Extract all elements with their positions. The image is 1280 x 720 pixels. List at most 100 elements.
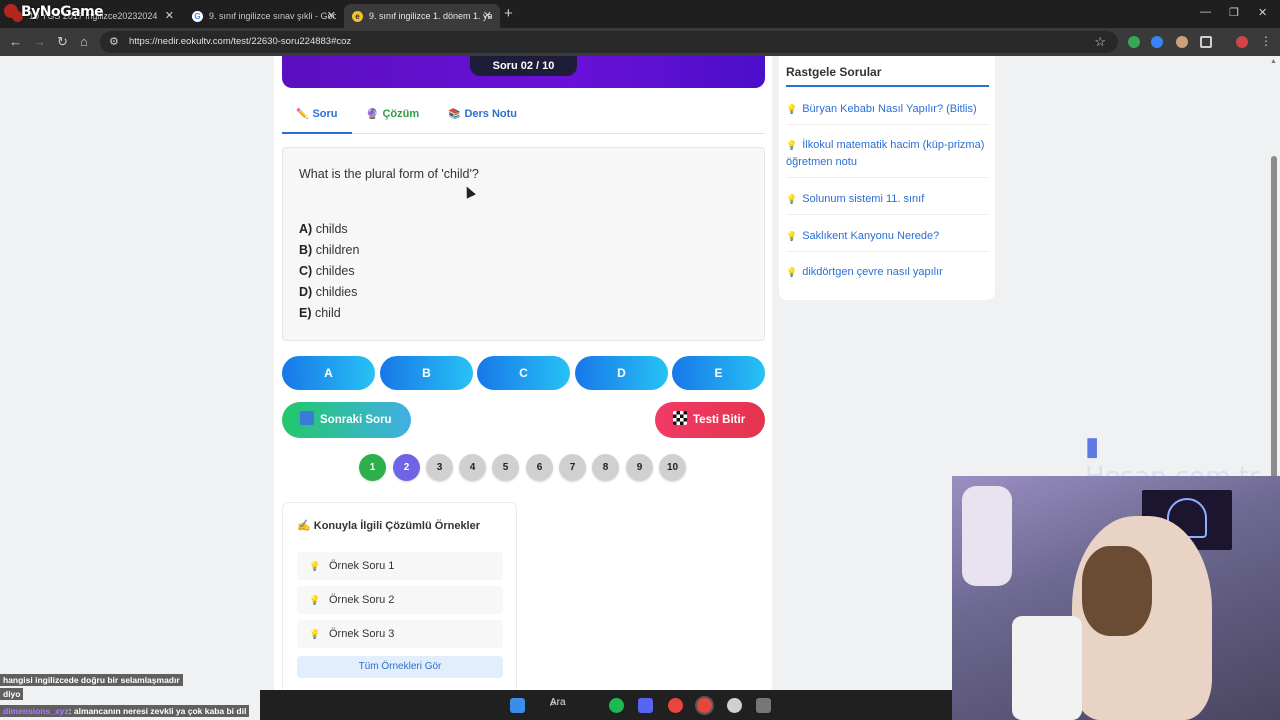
close-tab-icon[interactable]: ✕ <box>165 9 174 22</box>
page-number-2[interactable]: 2 <box>393 454 420 481</box>
profile-avatar[interactable] <box>1236 36 1248 48</box>
page-number-6[interactable]: 6 <box>526 454 553 481</box>
answer-button-c[interactable]: C <box>477 356 570 390</box>
close-tab-icon[interactable]: ✕ <box>327 9 336 22</box>
random-question-link[interactable]: 💡 Saklıkent Kanyonu Nerede? <box>786 228 989 252</box>
page-number-10[interactable]: 10 <box>659 454 686 481</box>
finish-test-button[interactable]: Testi Bitir <box>655 402 765 438</box>
chat-message: diyo <box>0 688 24 700</box>
browser-tab-bar: 10 YGS 2017 ingilizce20232024 ✕ G 9. sın… <box>0 0 1280 28</box>
address-bar[interactable]: ⚙ https://nedir.eokultv.com/test/22630-s… <box>100 31 1118 53</box>
extension-icon[interactable] <box>1128 36 1140 48</box>
browser-tab-2[interactable]: G 9. sınıf ingilizce sınav şıkli - Goo ✕ <box>184 4 344 28</box>
random-questions-title: Rastgele Sorular <box>786 65 989 87</box>
checkered-flag-icon <box>673 411 687 425</box>
random-questions-panel: Rastgele Sorular 💡 Büryan Kebabı Nasıl Ya… <box>779 56 995 300</box>
tab-title: 9. sınıf ingilizce 1. dönem 1. yazı <box>369 11 492 21</box>
example-item[interactable]: 💡 Örnek Soru 3 <box>297 620 503 648</box>
new-tab-button[interactable]: + <box>504 5 513 22</box>
pencil-icon: ✏️ <box>296 109 309 120</box>
page-number-9[interactable]: 9 <box>626 454 653 481</box>
lightbulb-icon: 💡 <box>786 140 798 150</box>
windows-start-icon[interactable] <box>510 698 525 713</box>
webcam-feed <box>952 476 1280 720</box>
site-favicon-icon: e <box>352 10 363 22</box>
lightbulb-icon: 💡 <box>786 194 798 204</box>
example-item[interactable]: 💡 Örnek Soru 2 <box>297 586 503 614</box>
lightbulb-icon: 💡 <box>309 595 321 605</box>
option-a: A) childs <box>299 222 348 236</box>
tab-cozum[interactable]: 🔮 Çözüm <box>352 100 433 134</box>
google-icon: G <box>192 10 203 22</box>
extensions-puzzle-icon[interactable] <box>1200 36 1212 48</box>
stream-overlay-logo: ByNoGame <box>4 4 104 20</box>
books-icon: 📚 <box>448 109 461 120</box>
back-icon[interactable]: ← <box>9 34 22 50</box>
question-box: What is the plural form of 'child'? A) c… <box>282 147 765 341</box>
question-tabs: ✏️ Soru 🔮 Çözüm 📚 Ders Notu <box>282 100 765 134</box>
chat-message: dimensions_xyz: almancanın neresi zevkli… <box>0 705 250 717</box>
page-number-1[interactable]: 1 <box>359 454 386 481</box>
arrow-right-icon <box>300 411 314 425</box>
browser-toolbar: ← → ↻ ⌂ ⚙ https://nedir.eokultv.com/test… <box>0 28 1280 56</box>
answer-button-a[interactable]: A <box>282 356 375 390</box>
examples-box: ✍ Konuyla İlgili Çözümlü Örnekler 💡 Örnek… <box>282 502 517 720</box>
chrome-profile-icon[interactable] <box>697 698 712 713</box>
answer-button-e[interactable]: E <box>672 356 765 390</box>
url-text[interactable]: https://nedir.eokultv.com/test/22630-sor… <box>129 36 351 47</box>
page-number-7[interactable]: 7 <box>559 454 586 481</box>
restore-icon[interactable]: ❐ <box>1229 6 1239 19</box>
page-number-8[interactable]: 8 <box>592 454 619 481</box>
random-question-link[interactable]: 💡 Solunum sistemi 11. sınıf <box>786 191 989 215</box>
spotify-icon[interactable] <box>609 698 624 713</box>
question-text: What is the plural form of 'child'? <box>299 167 479 181</box>
close-window-icon[interactable]: ✕ <box>1258 6 1267 19</box>
browser-tab-3[interactable]: e 9. sınıf ingilizce 1. dönem 1. yazı ✕ <box>344 4 500 28</box>
menu-kebab-icon[interactable]: ⋮ <box>1260 35 1272 48</box>
minimize-icon[interactable]: — <box>1200 6 1211 18</box>
option-b: B) children <box>299 243 360 257</box>
taskbar-search-label[interactable]: Ara <box>550 697 566 708</box>
page-number-3[interactable]: 3 <box>426 454 453 481</box>
examples-title: ✍ Konuyla İlgili Çözümlü Örnekler <box>297 520 481 532</box>
lightbulb-icon: 💡 <box>309 629 321 639</box>
random-question-link[interactable]: 💡 İlkokul matematik hacim (küp-prizma) öğ… <box>786 137 989 178</box>
example-item[interactable]: 💡 Örnek Soru 1 <box>297 552 503 580</box>
answer-button-d[interactable]: D <box>575 356 668 390</box>
lightbulb-icon: 💡 <box>786 104 798 114</box>
tab-ders-notu[interactable]: 📚 Ders Notu <box>434 100 531 134</box>
discord-icon[interactable] <box>638 698 653 713</box>
writing-hand-icon: ✍ <box>297 520 314 532</box>
home-icon[interactable]: ⌂ <box>80 34 88 50</box>
reload-icon[interactable]: ↻ <box>57 34 68 50</box>
page-number-5[interactable]: 5 <box>492 454 519 481</box>
extension-icon[interactable] <box>1176 36 1188 48</box>
next-question-button[interactable]: Sonraki Soru <box>282 402 411 438</box>
lightbulb-icon: 💡 <box>786 267 798 277</box>
tab-title: 9. sınıf ingilizce sınav şıkli - Goo <box>209 11 336 21</box>
close-tab-icon[interactable]: ✕ <box>483 9 492 22</box>
site-info-icon[interactable]: ⚙ <box>109 35 119 48</box>
option-c: C) childes <box>299 264 355 278</box>
answer-button-b[interactable]: B <box>380 356 473 390</box>
lightbulb-icon: 💡 <box>786 231 798 241</box>
extension-icon[interactable] <box>1151 36 1163 48</box>
microphone <box>962 486 1012 586</box>
random-question-link[interactable]: 💡 Büryan Kebabı Nasıl Yapılır? (Bitlis) <box>786 101 989 125</box>
chrome-icon[interactable] <box>668 698 683 713</box>
tumbler-cup <box>1012 616 1082 720</box>
streamer-hair <box>1082 546 1152 636</box>
crystal-ball-icon: 🔮 <box>366 109 379 120</box>
app-icon[interactable] <box>756 698 771 713</box>
lightbulb-icon: 💡 <box>309 561 321 571</box>
tab-soru[interactable]: ✏️ Soru <box>282 100 352 134</box>
app-icon[interactable] <box>727 698 742 713</box>
forward-icon[interactable]: → <box>33 34 46 50</box>
scroll-up-icon[interactable]: ▲ <box>1270 58 1277 65</box>
see-all-examples-button[interactable]: Tüm Örnekleri Gör <box>297 656 503 678</box>
random-question-link[interactable]: 💡 dikdörtgen çevre nasıl yapılır <box>786 264 989 287</box>
chat-message: hangisi ingilizcede doğru bir selamlaşma… <box>0 674 183 686</box>
option-d: D) childies <box>299 285 358 299</box>
page-number-4[interactable]: 4 <box>459 454 486 481</box>
bookmark-star-icon[interactable]: ☆ <box>1094 34 1106 50</box>
